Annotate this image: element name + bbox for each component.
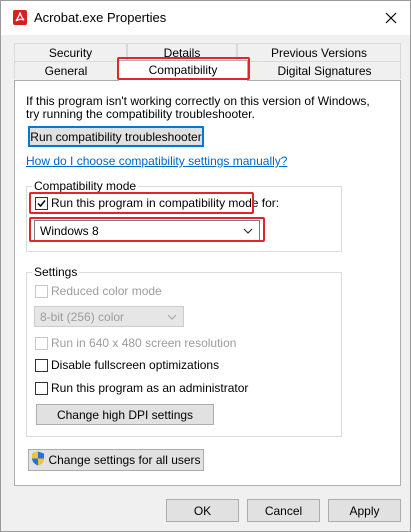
tab-label: General [44,64,88,78]
tab-digital-signatures[interactable]: Digital Signatures [248,61,401,79]
ok-button[interactable]: OK [166,499,239,522]
tab-general[interactable]: General [14,61,118,79]
color-depth-value: 8-bit (256) color [40,310,125,324]
reduced-color-label: Reduced color mode [51,284,162,298]
compat-mode-checkbox[interactable] [35,197,48,210]
tab-security[interactable]: Security [14,43,127,61]
tab-label: Security [48,46,93,60]
run-troubleshooter-button[interactable]: Run compatibility troubleshooter [28,126,204,147]
change-settings-all-users-button[interactable]: Change settings for all users [28,449,204,471]
tab-label: Compatibility [148,63,218,77]
button-label: Apply [349,503,380,518]
button-label: OK [193,503,212,518]
color-depth-dropdown[interactable]: 8-bit (256) color [34,306,184,327]
button-label: Run compatibility troubleshooter [30,129,202,144]
close-icon [385,12,397,24]
settings-label: Settings [32,265,80,279]
shield-icon [31,451,45,469]
resolution-label: Run in 640 x 480 screen resolution [51,336,237,350]
title-bar[interactable]: Acrobat.exe Properties [1,1,410,35]
os-version-value: Windows 8 [40,224,99,238]
tab-details[interactable]: Details [127,43,237,61]
run-as-admin-checkbox[interactable] [35,382,48,395]
properties-window: Acrobat.exe Properties Security Details … [0,0,411,532]
window-title: Acrobat.exe Properties [34,10,167,25]
tab-label: Digital Signatures [277,64,372,78]
chevron-down-icon [243,225,253,239]
apply-button[interactable]: Apply [328,499,401,522]
button-label: Cancel [264,503,303,518]
button-label: Change high DPI settings [56,407,194,422]
chevron-down-icon [167,311,177,325]
checkmark-icon [37,200,46,208]
os-version-dropdown[interactable]: Windows 8 [34,220,260,241]
intro-line-2: try running the compatibility troublesho… [26,107,255,121]
fullscreen-optimizations-checkbox[interactable] [35,359,48,372]
button-label: Change settings for all users [48,453,201,467]
tab-label: Details [163,46,201,60]
tab-previous-versions[interactable]: Previous Versions [237,43,401,61]
compatibility-mode-label: Compatibility mode [32,179,139,193]
reduced-color-checkbox[interactable] [35,285,48,298]
change-dpi-button[interactable]: Change high DPI settings [36,404,214,425]
tab-compatibility[interactable]: Compatibility [118,60,248,81]
resolution-checkbox[interactable] [35,337,48,350]
tab-label: Previous Versions [270,46,368,60]
close-button[interactable] [380,7,402,29]
fullscreen-optimizations-label: Disable fullscreen optimizations [51,358,220,372]
cancel-button[interactable]: Cancel [247,499,320,522]
run-as-admin-label: Run this program as an administrator [51,381,249,395]
intro-line-1: If this program isn't working correctly … [26,94,370,108]
acrobat-icon [13,10,27,25]
compat-mode-checkbox-label: Run this program in compatibility mode f… [51,196,280,210]
manual-settings-link[interactable]: How do I choose compatibility settings m… [26,154,287,168]
